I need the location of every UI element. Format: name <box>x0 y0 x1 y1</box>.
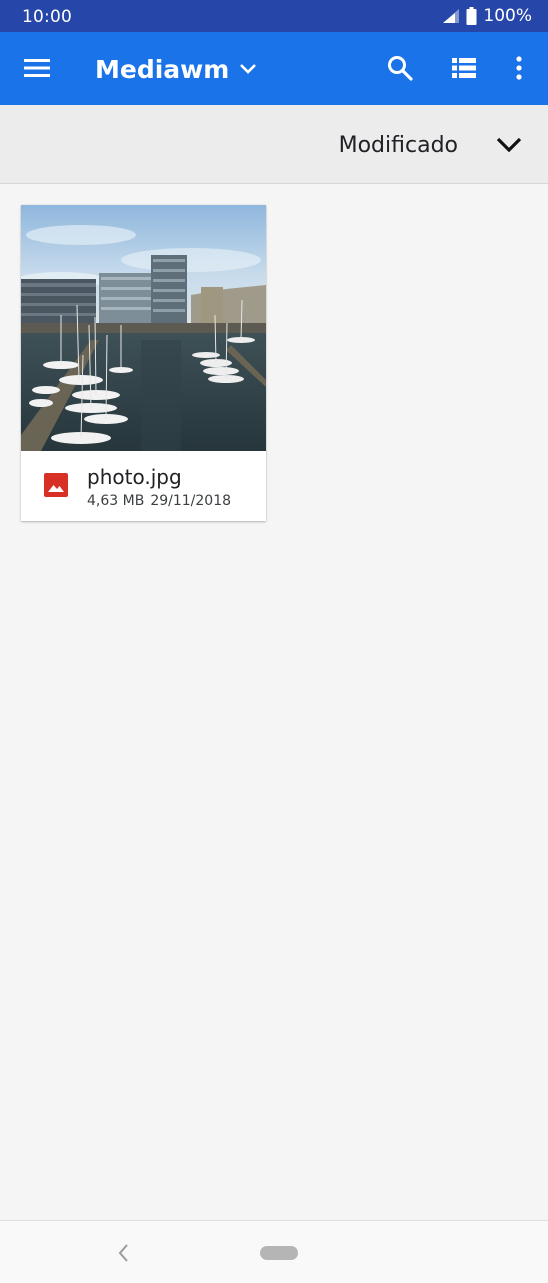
back-button[interactable] <box>111 1241 135 1265</box>
status-bar: 10:00 100% <box>0 0 548 32</box>
menu-icon <box>24 59 50 77</box>
list-view-icon <box>452 58 476 78</box>
back-icon <box>118 1244 128 1262</box>
file-date: 29/11/2018 <box>150 493 232 509</box>
system-nav-bar <box>0 1220 548 1283</box>
more-vert-icon <box>516 56 522 80</box>
image-icon <box>44 473 68 497</box>
file-card[interactable]: photo.jpg 4,63 MB 29/11/2018 <box>21 205 266 521</box>
menu-button[interactable] <box>13 44 61 92</box>
signal-icon <box>443 9 460 23</box>
chevron-down-icon <box>240 64 257 74</box>
sort-bar: Modificado <box>0 105 548 184</box>
status-icons: 100% <box>442 6 532 26</box>
battery-icon <box>466 7 477 25</box>
photo-thumbnail <box>21 205 266 451</box>
sort-dropdown[interactable]: Modificado <box>339 123 522 167</box>
file-name: photo.jpg <box>87 465 182 489</box>
battery-percent: 100% <box>483 6 532 26</box>
location-dropdown[interactable]: Mediawm <box>95 52 257 86</box>
sort-label: Modificado <box>338 132 458 158</box>
file-meta: 4,63 MB 29/11/2018 <box>87 493 231 509</box>
page-title: Mediawm <box>95 54 230 84</box>
search-button[interactable] <box>376 44 424 92</box>
more-options-button[interactable] <box>495 44 543 92</box>
file-size: 4,63 MB <box>87 493 145 509</box>
status-time: 10:00 <box>22 7 72 27</box>
chevron-down-icon <box>496 137 522 153</box>
home-pill[interactable] <box>260 1246 298 1260</box>
list-view-button[interactable] <box>440 44 488 92</box>
app-bar: Mediawm <box>0 32 548 105</box>
search-icon <box>388 56 413 81</box>
